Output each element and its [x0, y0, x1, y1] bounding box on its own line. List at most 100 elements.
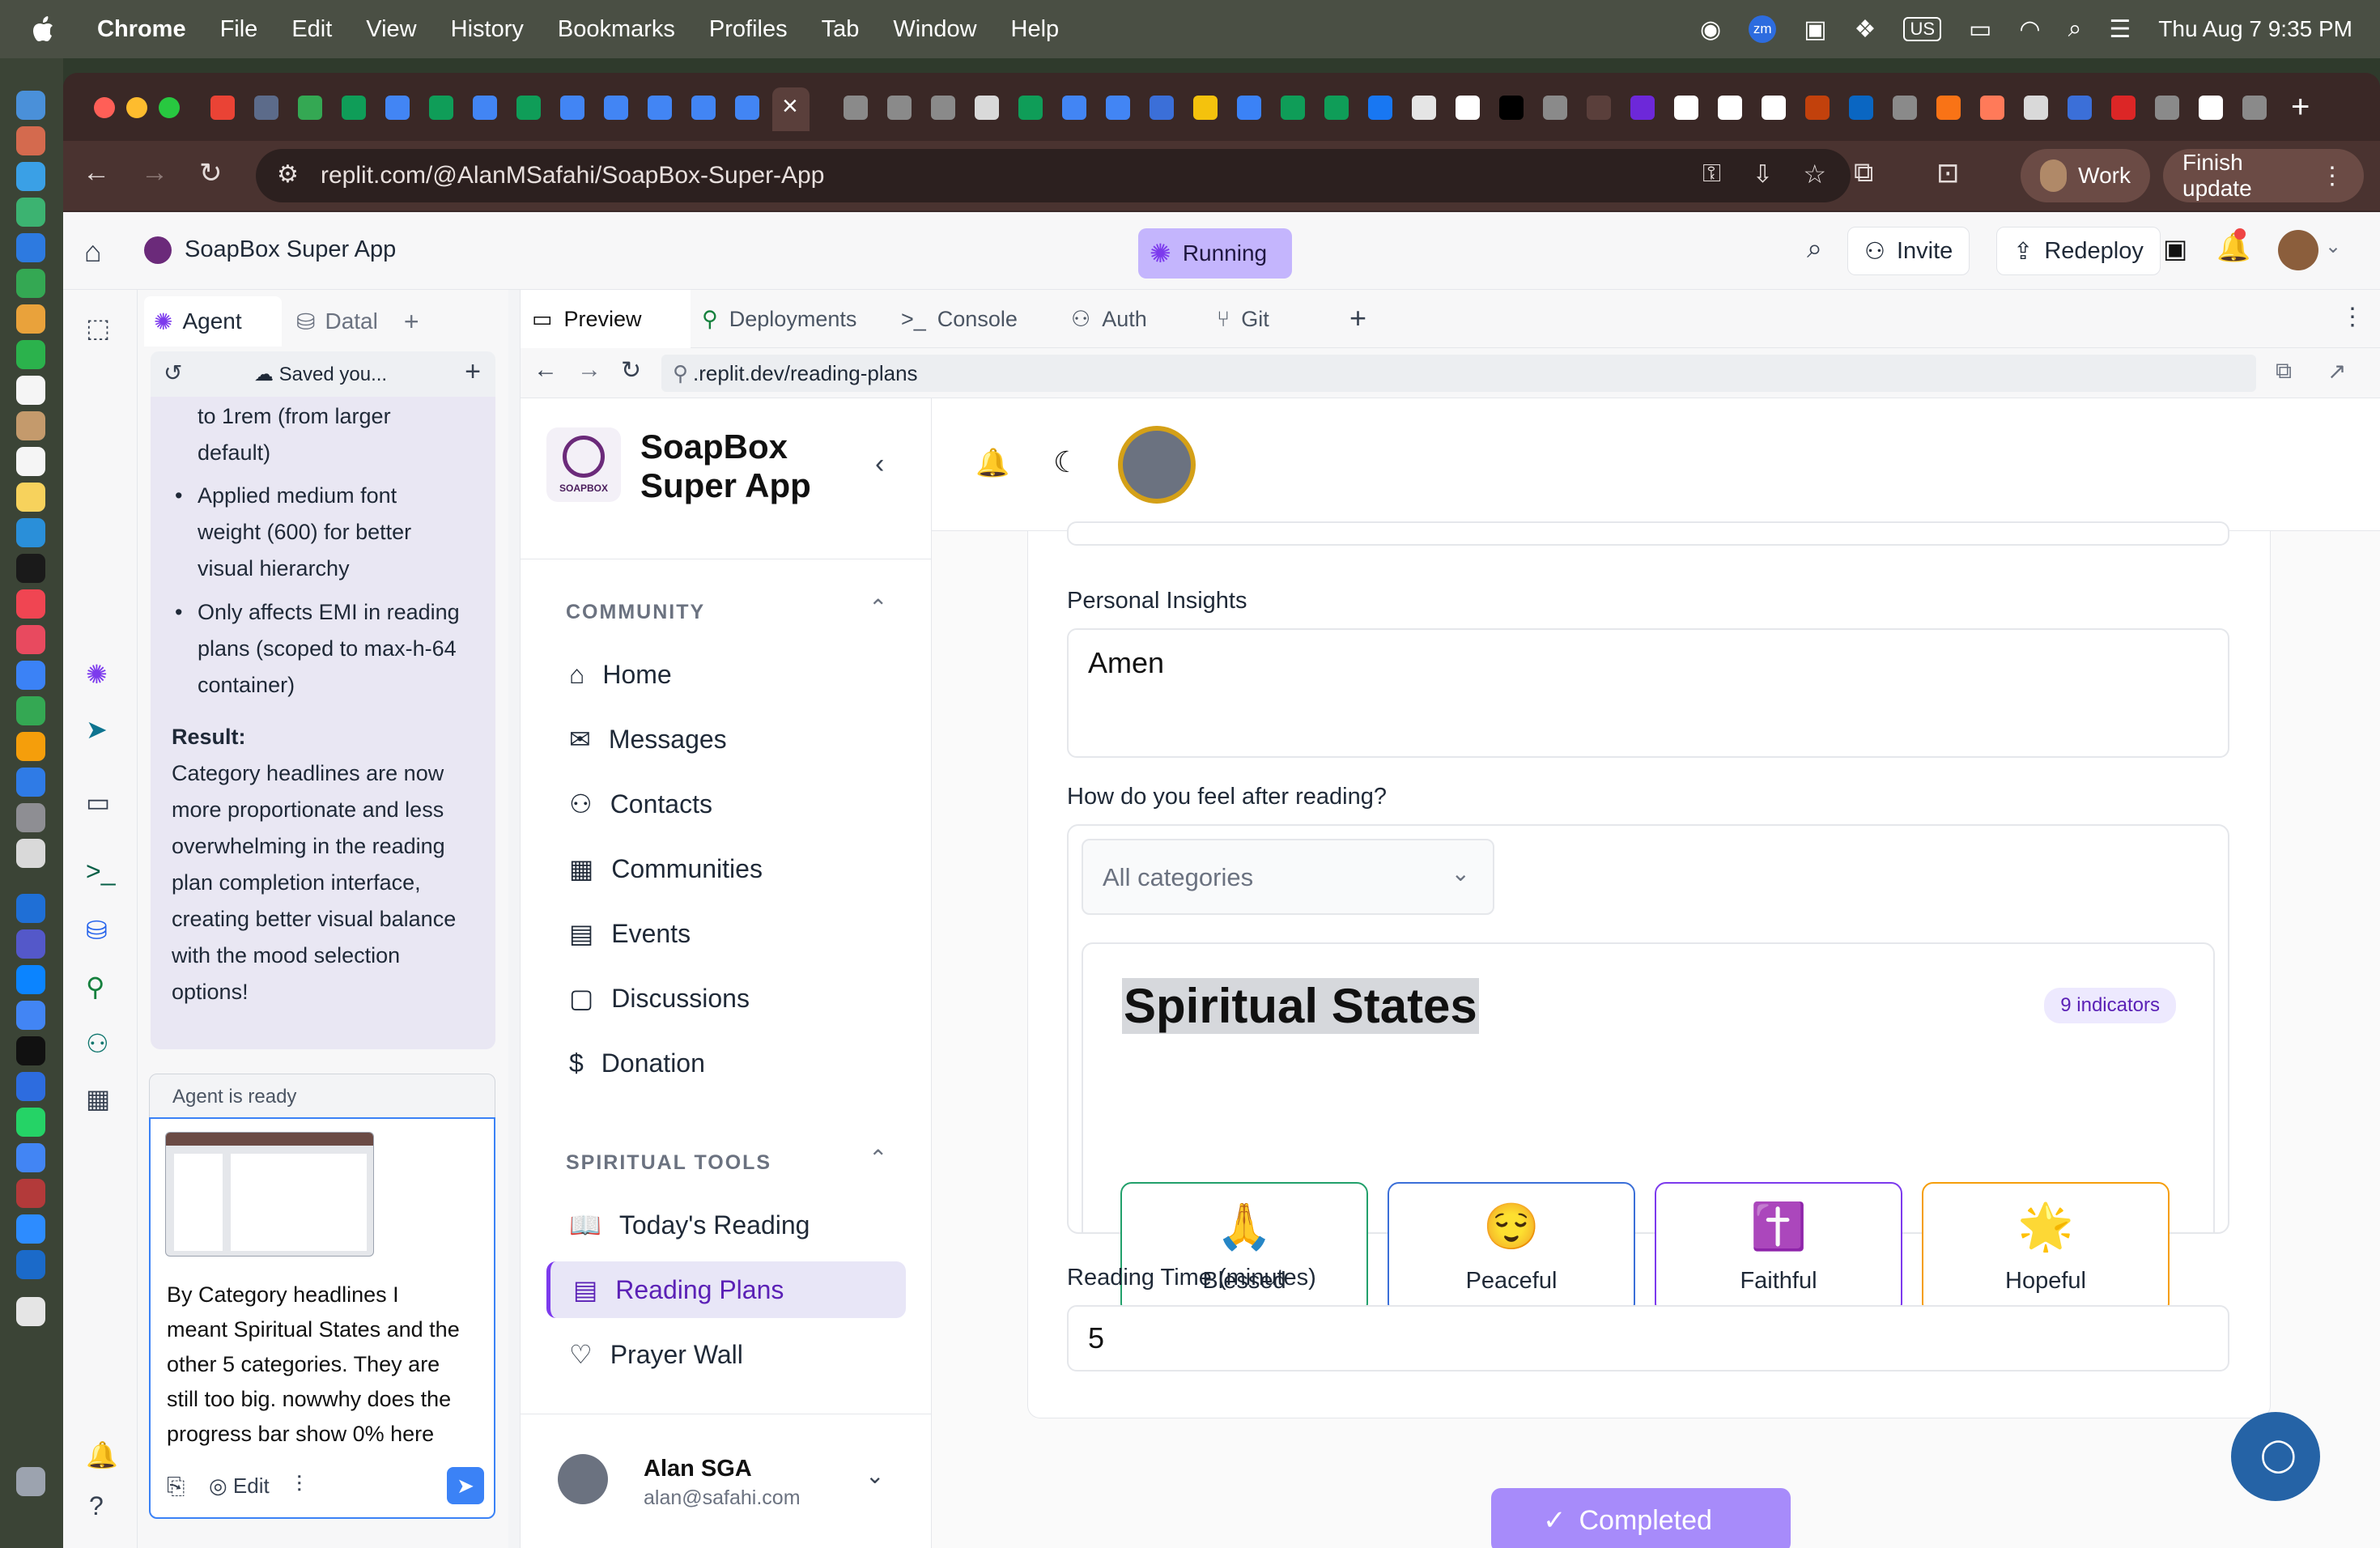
nav-discussions[interactable]: ▢ Discussions — [546, 970, 906, 1027]
sheets-tab-icon[interactable] — [516, 96, 541, 120]
invite-button[interactable]: ⚇ Invite — [1847, 227, 1970, 275]
attached-screenshot-thumbnail[interactable] — [165, 1132, 374, 1257]
extensions-icon[interactable]: ⧉ — [1854, 157, 1873, 189]
edit-mode-button[interactable]: ◎ Edit — [209, 1474, 270, 1499]
password-key-icon[interactable]: ⚿ — [1702, 160, 1721, 188]
insights-textarea[interactable]: Amen — [1067, 628, 2229, 758]
agent-tool-icon[interactable]: ✺ — [86, 659, 108, 690]
tab-icon[interactable] — [1587, 96, 1611, 120]
app-icon[interactable] — [16, 1250, 45, 1279]
tab-icon[interactable] — [254, 96, 278, 120]
contacts-icon[interactable] — [16, 411, 45, 440]
control-center-icon[interactable]: ☰ — [2109, 15, 2131, 44]
facebook-tab-icon[interactable] — [1368, 96, 1392, 120]
preview-tool-icon[interactable]: ▭ — [86, 787, 110, 818]
mood-option-hopeful[interactable]: 🌟 Hopeful — [1922, 1182, 2170, 1315]
docs-tab-icon[interactable] — [604, 96, 628, 120]
zoom-window-button[interactable] — [159, 97, 180, 118]
all-tools-icon[interactable]: ▦ — [86, 1083, 110, 1114]
mood-option-faithful[interactable]: ✝️ Faithful — [1655, 1182, 1902, 1315]
nav-todays-reading[interactable]: 📖 Today's Reading — [546, 1197, 906, 1253]
linkedin-tab-icon[interactable] — [1849, 96, 1873, 120]
mood-option-peaceful[interactable]: 😌 Peaceful — [1388, 1182, 1635, 1315]
dictionary-icon[interactable] — [16, 1179, 45, 1208]
tab-icon[interactable] — [1543, 96, 1567, 120]
tab-git[interactable]: ⑂ Git — [1205, 290, 1319, 348]
files-icon[interactable]: ⬚ — [86, 313, 110, 343]
google-tab-icon[interactable] — [1718, 96, 1742, 120]
nav-contacts[interactable]: ⚇ Contacts — [546, 776, 906, 832]
calendar-icon[interactable] — [16, 376, 45, 405]
pages-icon[interactable] — [16, 732, 45, 761]
mail-icon[interactable] — [16, 233, 45, 262]
gemini-tab-icon[interactable] — [1237, 96, 1261, 120]
preview-back-icon[interactable]: ← — [533, 356, 558, 384]
tab-icon[interactable] — [2068, 96, 2092, 120]
tab-icon[interactable] — [1630, 96, 1655, 120]
preview-reload-icon[interactable]: ↻ — [621, 356, 641, 385]
tab-console[interactable]: >_ Console — [890, 290, 1060, 348]
tab-icon[interactable] — [844, 96, 868, 120]
preview-forward-icon[interactable]: → — [577, 356, 601, 384]
finder-icon[interactable] — [16, 91, 45, 120]
battery-icon[interactable]: ▭ — [1969, 15, 1991, 44]
app-icon[interactable] — [16, 126, 45, 155]
back-icon[interactable]: ← — [83, 157, 110, 189]
safari-icon[interactable] — [16, 162, 45, 191]
profile-avatar[interactable] — [1118, 426, 1196, 504]
chevron-up-icon[interactable]: ⌃ — [869, 1145, 887, 1172]
preview-url-field[interactable]: ⚲ .replit.dev/reading-plans — [661, 355, 2256, 392]
trash-icon[interactable] — [16, 1467, 45, 1496]
nav-donation[interactable]: $ Donation — [546, 1035, 906, 1091]
site-settings-icon[interactable]: ⚙ — [277, 160, 299, 189]
tab-icon[interactable] — [887, 96, 912, 120]
numbers-icon[interactable] — [16, 696, 45, 725]
alerts-icon[interactable]: 🔔 — [86, 1440, 118, 1470]
chrome-icon[interactable] — [16, 1143, 45, 1172]
nav-events[interactable]: ▤ Events — [546, 905, 906, 962]
downloads-icon[interactable] — [16, 1297, 45, 1326]
teams-icon[interactable] — [16, 929, 45, 959]
sheets-tab-icon[interactable] — [1281, 96, 1305, 120]
nav-communities[interactable]: ▦ Communities — [546, 840, 906, 897]
previous-textarea[interactable] — [1067, 521, 2229, 546]
tab-deployments[interactable]: ⚲ Deployments — [691, 290, 890, 348]
project-name[interactable]: SoapBox Super App — [185, 236, 396, 263]
terminal-icon[interactable] — [16, 1036, 45, 1065]
collapse-sidebar-icon[interactable]: ‹ — [875, 449, 884, 480]
openai-tab-icon[interactable] — [975, 96, 999, 120]
sheets-tab-icon[interactable] — [342, 96, 366, 120]
nav-prayer-wall[interactable]: ♡ Prayer Wall — [546, 1326, 906, 1383]
minimize-window-button[interactable] — [126, 97, 147, 118]
chevron-up-icon[interactable]: ⌃ — [869, 594, 887, 621]
zoom-icon[interactable] — [16, 1214, 45, 1244]
github-tab-icon[interactable] — [1412, 96, 1436, 120]
tab-auth[interactable]: ⚇ Auth — [1060, 290, 1205, 348]
app-icon[interactable] — [16, 1001, 45, 1030]
docs-tab-icon[interactable] — [385, 96, 410, 120]
whatsapp-icon[interactable] — [16, 1108, 45, 1137]
gmail-tab-icon[interactable] — [210, 96, 235, 120]
tab-icon[interactable] — [2242, 96, 2267, 120]
menu-file[interactable]: File — [220, 16, 258, 43]
close-tab-icon[interactable]: × — [782, 91, 798, 122]
run-status-button[interactable]: ✺ Running — [1138, 228, 1292, 279]
openai-tab-icon[interactable] — [2024, 96, 2048, 120]
history-icon[interactable]: ↺ — [164, 359, 182, 386]
nav-home[interactable]: ⌂ Home — [546, 646, 906, 703]
nav-reading-plans[interactable]: ▤ Reading Plans — [546, 1261, 906, 1318]
tab-agent[interactable]: ✺ Agent — [144, 296, 282, 347]
google-tab-icon[interactable] — [1674, 96, 1698, 120]
console-tool-icon[interactable]: >_ — [86, 857, 115, 887]
google-tab-icon[interactable] — [1762, 96, 1786, 120]
reading-time-input[interactable]: 5 — [1067, 1305, 2229, 1372]
finish-update-button[interactable]: Finish update ⋮ — [2163, 149, 2364, 202]
sheets-tab-icon[interactable] — [1324, 96, 1349, 120]
menu-edit[interactable]: Edit — [291, 16, 332, 43]
teams-status-icon[interactable]: ❖ — [1855, 15, 1876, 44]
settings-sliders-icon[interactable]: ⫶ — [296, 1472, 302, 1499]
zoom-status-icon[interactable]: zm — [1749, 15, 1777, 43]
section-community[interactable]: COMMUNITY — [566, 601, 705, 624]
tab-icon[interactable] — [1805, 96, 1830, 120]
bookmark-star-icon[interactable]: ☆ — [1803, 159, 1826, 189]
